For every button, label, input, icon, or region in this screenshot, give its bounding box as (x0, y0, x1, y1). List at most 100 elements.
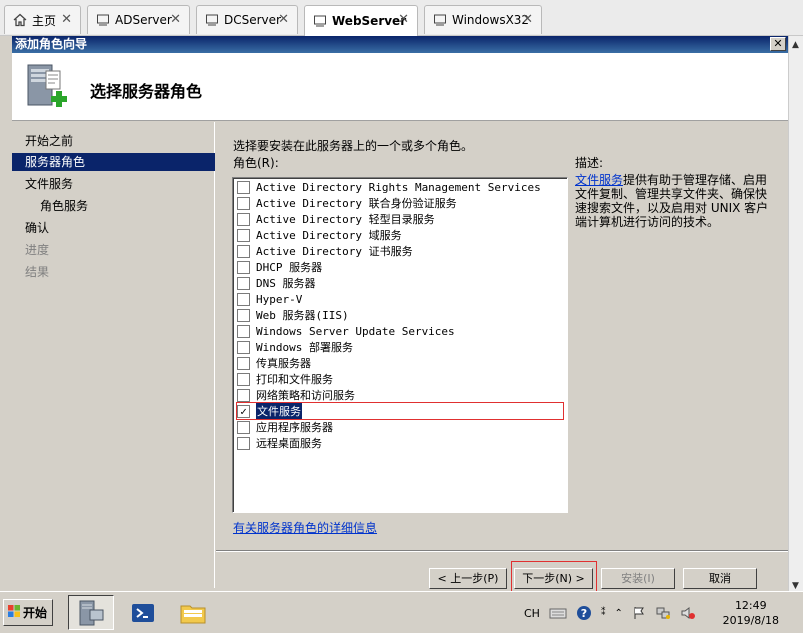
tab-adserver[interactable]: ADServer ✕ (87, 5, 190, 34)
role-item[interactable]: DHCP 服务器 (237, 259, 563, 275)
server-manager-taskbar-icon[interactable] (68, 595, 114, 630)
role-item[interactable]: 远程桌面服务 (237, 435, 563, 451)
checkbox[interactable] (237, 244, 250, 258)
checkbox[interactable] (237, 292, 250, 306)
windows-logo-icon (7, 604, 21, 621)
nav-item-file-services[interactable]: 文件服务 (12, 175, 215, 193)
role-item-file-services[interactable]: ✓ 文件服务 (236, 402, 564, 420)
checkbox[interactable] (237, 340, 250, 354)
vm-icon (433, 13, 447, 27)
dialog-title-bar[interactable]: 添加角色向导 ✕ (12, 36, 788, 53)
description-link[interactable]: 文件服务 (575, 173, 623, 187)
help-icon[interactable]: ? (576, 605, 592, 621)
checkbox[interactable] (237, 228, 250, 242)
scroll-down-icon[interactable]: ▼ (792, 581, 799, 591)
tab-label: 主页 (32, 13, 57, 28)
role-item[interactable]: Active Directory 联合身份验证服务 (237, 195, 563, 211)
role-item[interactable]: Web 服务器(IIS) (237, 307, 563, 323)
server-roles-icon (24, 61, 74, 111)
instruction-text: 选择要安装在此服务器上的一个或多个角色。 (233, 139, 474, 153)
previous-button[interactable]: < 上一步(P) (429, 568, 507, 589)
checkbox[interactable] (237, 420, 250, 434)
expand-tray-icon[interactable]: ⌃ (614, 608, 622, 619)
action-center-flag-icon[interactable] (632, 606, 646, 620)
checkbox[interactable] (237, 308, 250, 322)
host-scrollbar[interactable]: ▲ ▼ (788, 36, 803, 596)
close-icon[interactable]: ✕ (522, 12, 533, 27)
checkbox[interactable] (237, 324, 250, 338)
description-text: 文件服务提供有助于管理存储、启用文件复制、管理共享文件夹、确保快速搜索文件，以及… (575, 173, 775, 229)
role-item[interactable]: DNS 服务器 (237, 275, 563, 291)
nav-item-results: 结果 (25, 265, 50, 279)
role-item[interactable]: Windows Server Update Services (237, 323, 563, 339)
checkbox[interactable] (237, 372, 250, 386)
checkbox[interactable] (237, 260, 250, 274)
install-button: 安装(I) (601, 568, 675, 589)
tray-toolbar-icon[interactable]: ⁑ (601, 608, 606, 618)
more-info-link[interactable]: 有关服务器角色的详细信息 (233, 519, 377, 536)
role-item[interactable]: Hyper-V (237, 291, 563, 307)
tab-label: ADServer (115, 13, 172, 27)
tab-label: DCServer (224, 13, 281, 27)
tab-windowsx32[interactable]: WindowsX32 ✕ (424, 5, 542, 34)
roles-list[interactable]: Active Directory Rights Management Servi… (232, 177, 568, 513)
roles-label: 角色(R): (233, 156, 279, 170)
taskbar: 开始 CH ? ⁑ ⌃ 12:49 2019/8/18 (0, 591, 803, 633)
svg-text:?: ? (581, 607, 587, 620)
role-item[interactable]: Active Directory 轻型目录服务 (237, 211, 563, 227)
role-item[interactable]: Active Directory 域服务 (237, 227, 563, 243)
close-icon[interactable]: ✕ (398, 12, 409, 27)
role-item[interactable]: 应用程序服务器 (237, 419, 563, 435)
nav-item-server-roles[interactable]: 服务器角色 (12, 153, 215, 171)
network-icon[interactable] (655, 606, 671, 620)
language-indicator[interactable]: CH (524, 607, 540, 620)
next-button[interactable]: 下一步(N) > (514, 568, 593, 589)
dialog-title: 添加角色向导 (15, 37, 88, 51)
role-item[interactable]: 打印和文件服务 (237, 371, 563, 387)
page-title: 选择服务器角色 (90, 82, 203, 101)
close-icon[interactable]: ✕ (170, 12, 181, 27)
close-icon[interactable]: ✕ (278, 12, 289, 27)
tab-home[interactable]: 主页 ✕ (4, 5, 81, 34)
start-button[interactable]: 开始 (3, 599, 53, 626)
keyboard-icon[interactable] (549, 606, 567, 620)
role-item[interactable]: 传真服务器 (237, 355, 563, 371)
close-icon[interactable]: ✕ (61, 12, 72, 27)
nav-item-before-you-begin[interactable]: 开始之前 (12, 132, 215, 150)
vm-icon (96, 13, 110, 27)
role-item[interactable]: Active Directory Rights Management Servi… (237, 179, 563, 195)
checkbox[interactable] (237, 196, 250, 210)
checkbox[interactable] (237, 212, 250, 226)
nav-item-role-services[interactable]: 角色服务 (12, 197, 215, 215)
home-icon (13, 13, 27, 27)
clock[interactable]: 12:49 2019/8/18 (723, 598, 779, 628)
checkbox[interactable] (237, 436, 250, 450)
host-tab-strip: 主页 ✕ ADServer ✕ DCServer ✕ WebServer ✕ W… (0, 0, 803, 36)
scroll-up-icon[interactable]: ▲ (792, 40, 799, 50)
close-button[interactable]: ✕ (770, 37, 786, 51)
powershell-icon[interactable] (120, 595, 166, 630)
checked-checkbox[interactable]: ✓ (237, 404, 250, 418)
checkbox[interactable] (237, 388, 250, 402)
wizard-header: 选择服务器角色 (12, 53, 788, 121)
system-tray: CH ? ⁑ ⌃ (524, 592, 705, 633)
tab-label: WindowsX32 (452, 13, 530, 27)
tab-webserver[interactable]: WebServer ✕ (304, 5, 418, 36)
checkbox[interactable] (237, 276, 250, 290)
volume-muted-icon[interactable] (680, 606, 696, 620)
role-item[interactable]: Windows 部署服务 (237, 339, 563, 355)
nav-item-confirmation[interactable]: 确认 (12, 219, 215, 237)
checkbox[interactable] (237, 180, 250, 194)
tab-dcserver[interactable]: DCServer ✕ (196, 5, 298, 34)
vm-icon (205, 13, 219, 27)
folder-icon[interactable] (170, 595, 216, 630)
clock-time: 12:49 (734, 599, 767, 612)
tab-label: WebServer (332, 14, 407, 28)
role-item[interactable]: 网络策略和访问服务 (237, 387, 563, 403)
description-title: 描述: (575, 156, 604, 170)
main-panel: 选择要安装在此服务器上的一个或多个角色。 角色(R): Active Direc… (216, 122, 788, 594)
vm-icon (313, 14, 327, 28)
role-item[interactable]: Active Directory 证书服务 (237, 243, 563, 259)
cancel-button[interactable]: 取消 (683, 568, 757, 589)
checkbox[interactable] (237, 356, 250, 370)
